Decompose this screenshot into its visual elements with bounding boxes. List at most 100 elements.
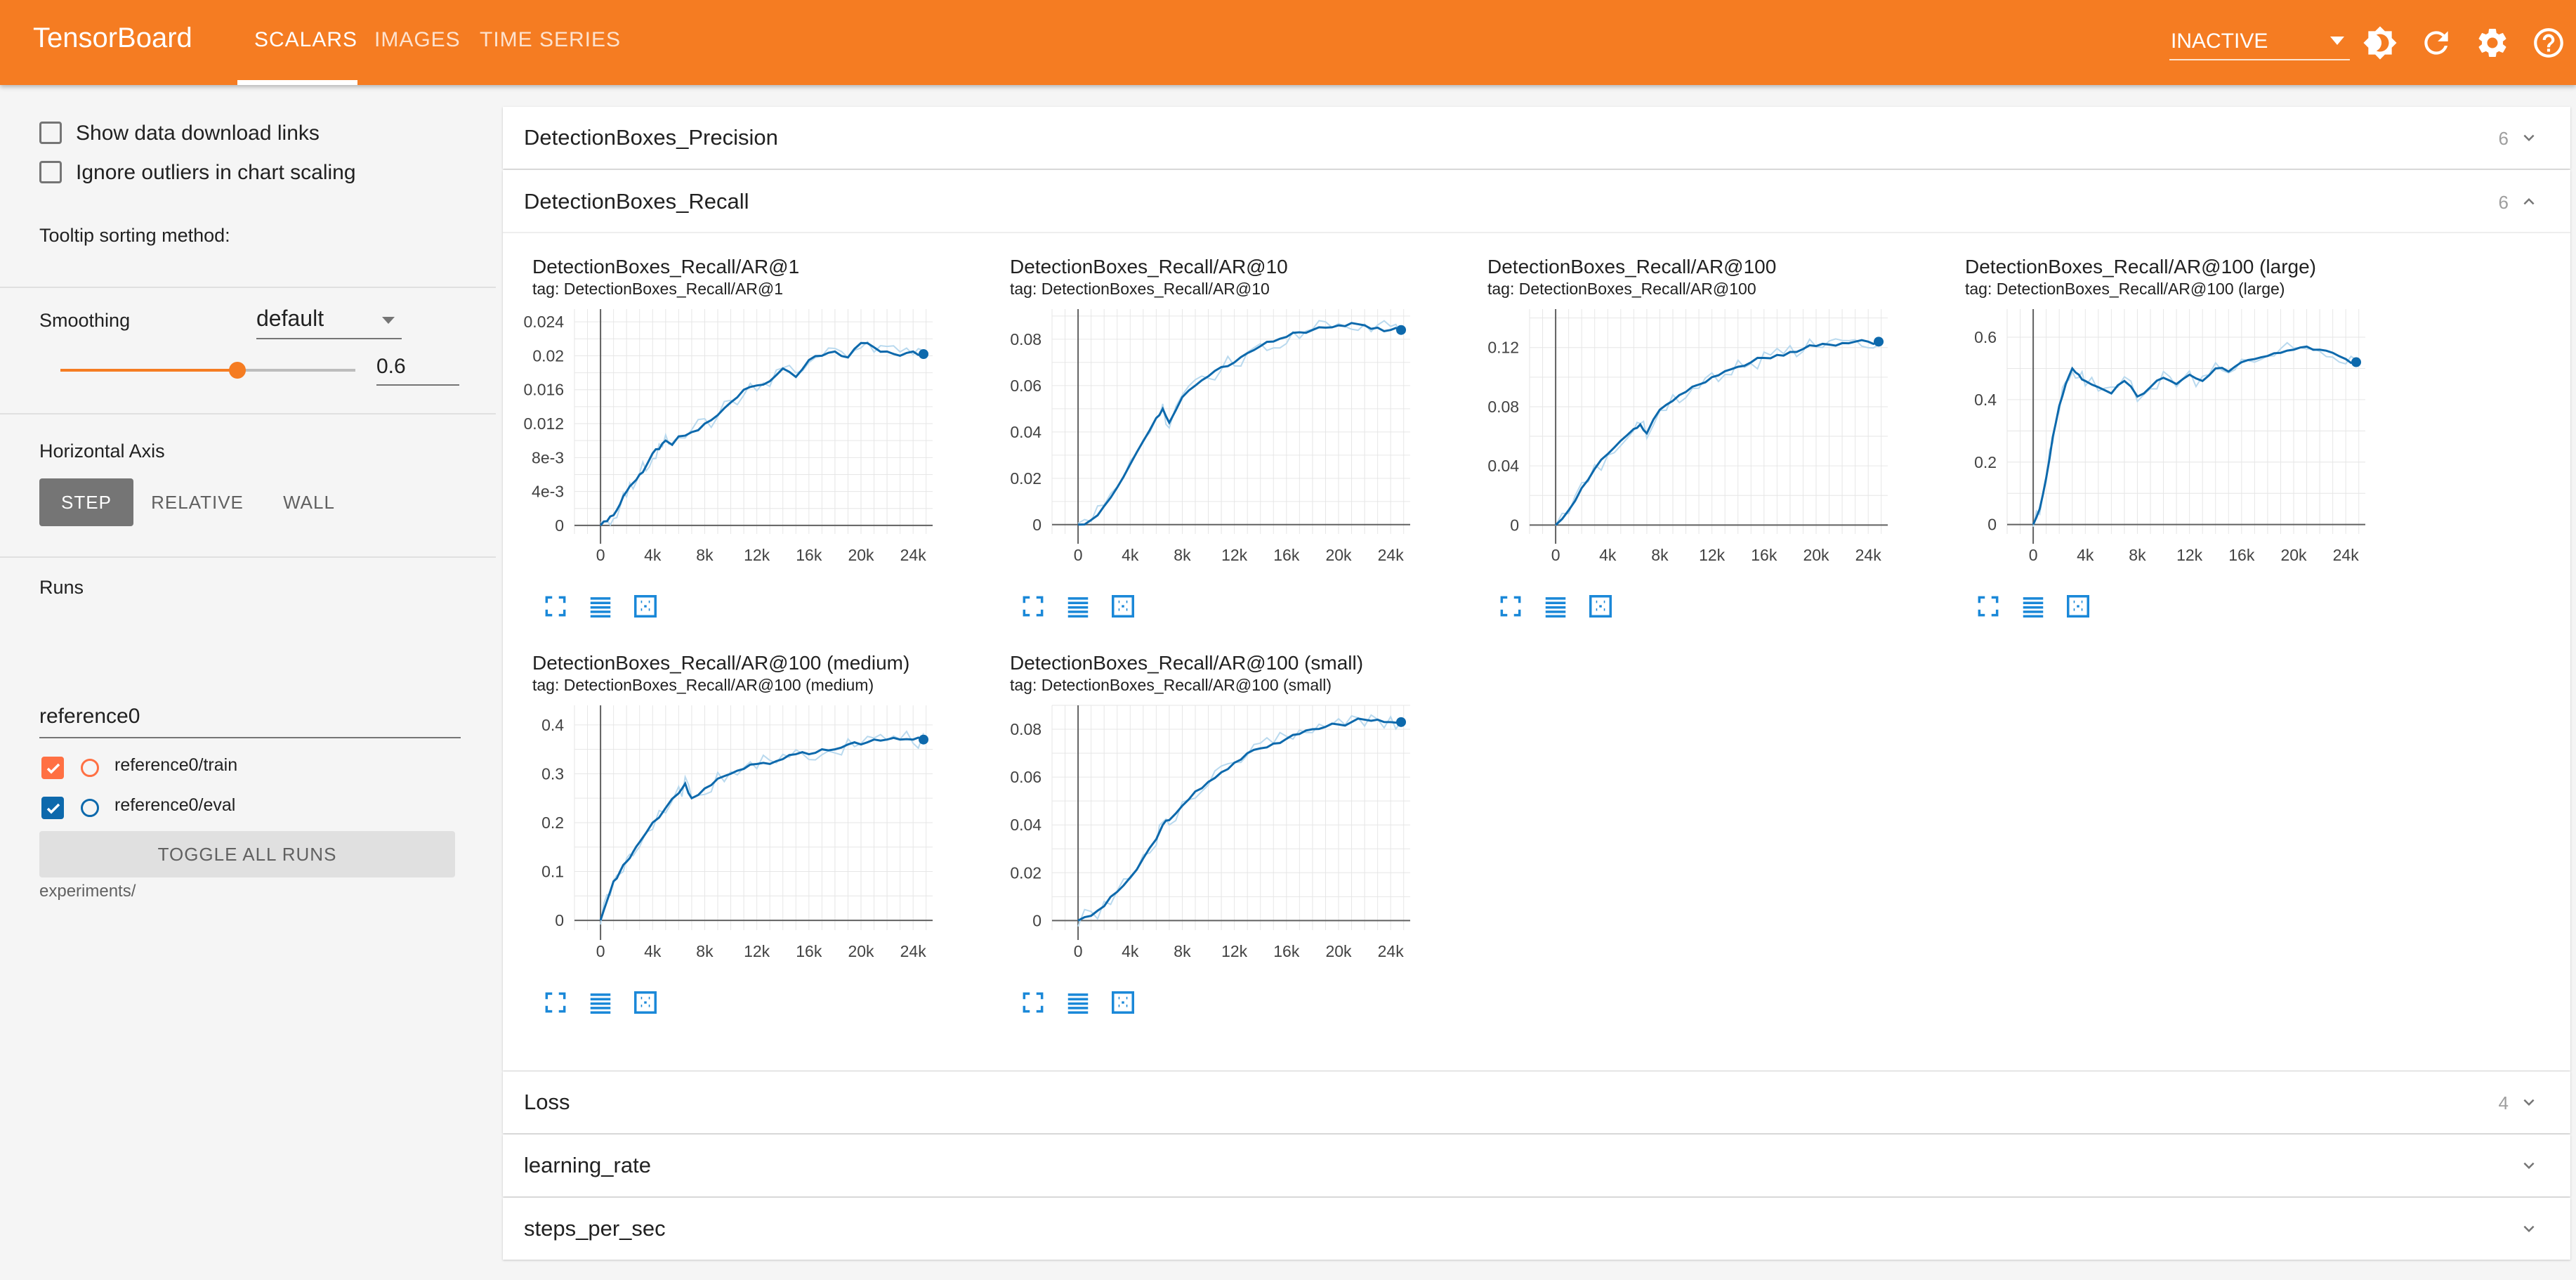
ignore-outliers-label: Ignore outliers in chart scaling: [76, 161, 356, 184]
series-line: [1077, 717, 1402, 922]
chevron-down-icon: [2330, 37, 2344, 45]
y-tick-label: 0.02: [1010, 469, 1041, 488]
fullscreen-icon[interactable]: [1497, 593, 1524, 620]
fit-domain-icon[interactable]: [1110, 989, 1136, 1016]
x-tick-label: 8k: [696, 546, 714, 564]
axis-relative-button[interactable]: RELATIVE: [144, 478, 251, 526]
sidebar: Show data download links Ignore outliers…: [0, 85, 496, 1280]
divider: [0, 413, 496, 414]
group-count-badge: 6: [2498, 192, 2509, 213]
fit-domain-icon[interactable]: [1110, 593, 1136, 620]
group-title: DetectionBoxes_Precision: [524, 125, 778, 150]
run-train-color-icon[interactable]: [81, 759, 99, 777]
fit-domain-icon[interactable]: [632, 593, 659, 620]
reload-status-select[interactable]: INACTIVE: [2169, 27, 2350, 60]
check-icon: [46, 803, 60, 814]
data-table-icon[interactable]: [587, 989, 614, 1016]
y-tick-label: 0.4: [541, 716, 564, 734]
series-last-point: [2351, 357, 2362, 367]
run-eval-color-icon[interactable]: [81, 799, 99, 817]
series-last-point: [1874, 337, 1884, 347]
chart-title: DetectionBoxes_Recall/AR@100 (medium): [532, 652, 910, 674]
y-tick-label: 0.08: [1010, 720, 1041, 738]
data-table-icon[interactable]: [1065, 593, 1091, 620]
fit-domain-icon[interactable]: [2065, 593, 2091, 620]
group-loss-header[interactable]: Loss 4: [503, 1071, 2570, 1133]
show-download-links-checkbox[interactable]: [39, 122, 62, 144]
line-chart[interactable]: 0 0.1 0.2 0.3 0.4 0 4k 8k 12k 16k 20k 24k: [462, 698, 940, 965]
x-tick-label: 20k: [2280, 546, 2307, 564]
chevron-down-icon[interactable]: [2518, 127, 2539, 148]
axis-step-button[interactable]: STEP: [39, 478, 133, 526]
fullscreen-icon[interactable]: [542, 593, 569, 620]
fullscreen-icon[interactable]: [1020, 593, 1046, 620]
data-table-icon[interactable]: [1542, 593, 1569, 620]
toggle-all-runs-button[interactable]: TOGGLE ALL RUNS: [39, 831, 455, 877]
line-chart[interactable]: 0 0.02 0.04 0.06 0.08 0 4k 8k 12k 16k 20k 24k: [940, 698, 1417, 965]
y-tick-label: 0.06: [1010, 377, 1041, 395]
y-tick-label: 0: [1987, 516, 1997, 534]
y-tick-label: 0: [1032, 911, 1041, 929]
x-tick-label: 12k: [744, 942, 770, 960]
fit-domain-icon[interactable]: [1587, 593, 1614, 620]
tooltip-sorting-label: Tooltip sorting method:: [39, 225, 230, 246]
ignore-outliers-checkbox[interactable]: [39, 161, 62, 183]
tooltip-sorting-value: default: [256, 306, 324, 331]
brightness-icon[interactable]: [2363, 25, 2398, 60]
y-tick-label: 0.06: [1010, 768, 1041, 786]
group-learning-rate-header[interactable]: learning_rate: [503, 1135, 2570, 1196]
data-table-icon[interactable]: [1065, 989, 1091, 1016]
x-tick-label: 12k: [1221, 942, 1248, 960]
group-precision-header[interactable]: DetectionBoxes_Precision 6: [503, 107, 2570, 169]
group-title: steps_per_sec: [524, 1216, 666, 1241]
chart-title: DetectionBoxes_Recall/AR@100 (large): [1965, 256, 2316, 277]
line-chart[interactable]: 0 0.2 0.4 0.6 0 4k 8k 12k 16k 20k 24k: [1895, 302, 2372, 569]
tab-scalars[interactable]: SCALARS: [254, 28, 357, 52]
y-tick-label: 0.4: [1974, 391, 1997, 409]
settings-icon[interactable]: [2475, 25, 2510, 60]
fit-domain-icon[interactable]: [632, 989, 659, 1016]
x-tick-label: 24k: [900, 942, 927, 960]
smoothing-slider-fill: [60, 369, 237, 372]
horizontal-axis-label: Horizontal Axis: [39, 440, 165, 462]
chevron-up-icon[interactable]: [2518, 191, 2539, 212]
chevron-down-icon[interactable]: [2518, 1218, 2539, 1239]
tab-images[interactable]: IMAGES: [374, 28, 461, 52]
tab-time-series[interactable]: TIME SERIES: [480, 28, 621, 52]
x-tick-label: 12k: [2176, 546, 2203, 564]
series-raw-line: [600, 340, 924, 526]
y-tick-label: 0.016: [524, 381, 565, 399]
fullscreen-icon[interactable]: [542, 989, 569, 1016]
line-chart[interactable]: 0 0.02 0.04 0.06 0.08 0 4k 8k 12k 16k 20k 24k: [940, 302, 1417, 569]
x-tick-label: 12k: [1699, 546, 1726, 564]
line-chart[interactable]: 0 0.04 0.08 0.12 0 4k 8k 12k 16k 20k 24k: [1417, 302, 1895, 569]
fullscreen-icon[interactable]: [1020, 989, 1046, 1016]
y-tick-label: 0: [1510, 516, 1519, 534]
y-tick-label: 8e-3: [532, 448, 564, 466]
run-train-checkbox[interactable]: [41, 757, 64, 779]
tooltip-sorting-select[interactable]: default: [256, 303, 402, 339]
refresh-icon[interactable]: [2419, 25, 2454, 60]
smoothing-slider-thumb[interactable]: [229, 362, 246, 379]
help-icon[interactable]: [2531, 25, 2566, 60]
smoothing-input[interactable]: 0.6: [376, 351, 459, 386]
chart-title: DetectionBoxes_Recall/AR@1: [532, 256, 800, 277]
x-tick-label: 4k: [1599, 546, 1617, 564]
runs-filter-input[interactable]: reference0: [39, 696, 461, 738]
x-tick-label: 24k: [1378, 942, 1405, 960]
data-table-icon[interactable]: [587, 593, 614, 620]
series-raw-line: [1555, 338, 1879, 526]
group-steps-per-sec-header[interactable]: steps_per_sec: [503, 1198, 2570, 1260]
x-tick-label: 8k: [1174, 546, 1191, 564]
chevron-down-icon[interactable]: [2518, 1155, 2539, 1176]
x-tick-label: 4k: [1122, 546, 1139, 564]
fullscreen-icon[interactable]: [1975, 593, 2002, 620]
x-tick-label: 16k: [1273, 546, 1300, 564]
line-chart[interactable]: 0 4e-3 8e-3 0.012 0.016 0.02 0.024 0 4k 8k 12k 16k 2…: [462, 302, 940, 569]
data-table-icon[interactable]: [2020, 593, 2046, 620]
logdir-label: experiments/: [39, 882, 136, 901]
run-eval-checkbox[interactable]: [41, 797, 64, 819]
axis-wall-button[interactable]: WALL: [260, 478, 358, 526]
series-last-point: [919, 734, 929, 745]
chevron-down-icon[interactable]: [2518, 1092, 2539, 1113]
